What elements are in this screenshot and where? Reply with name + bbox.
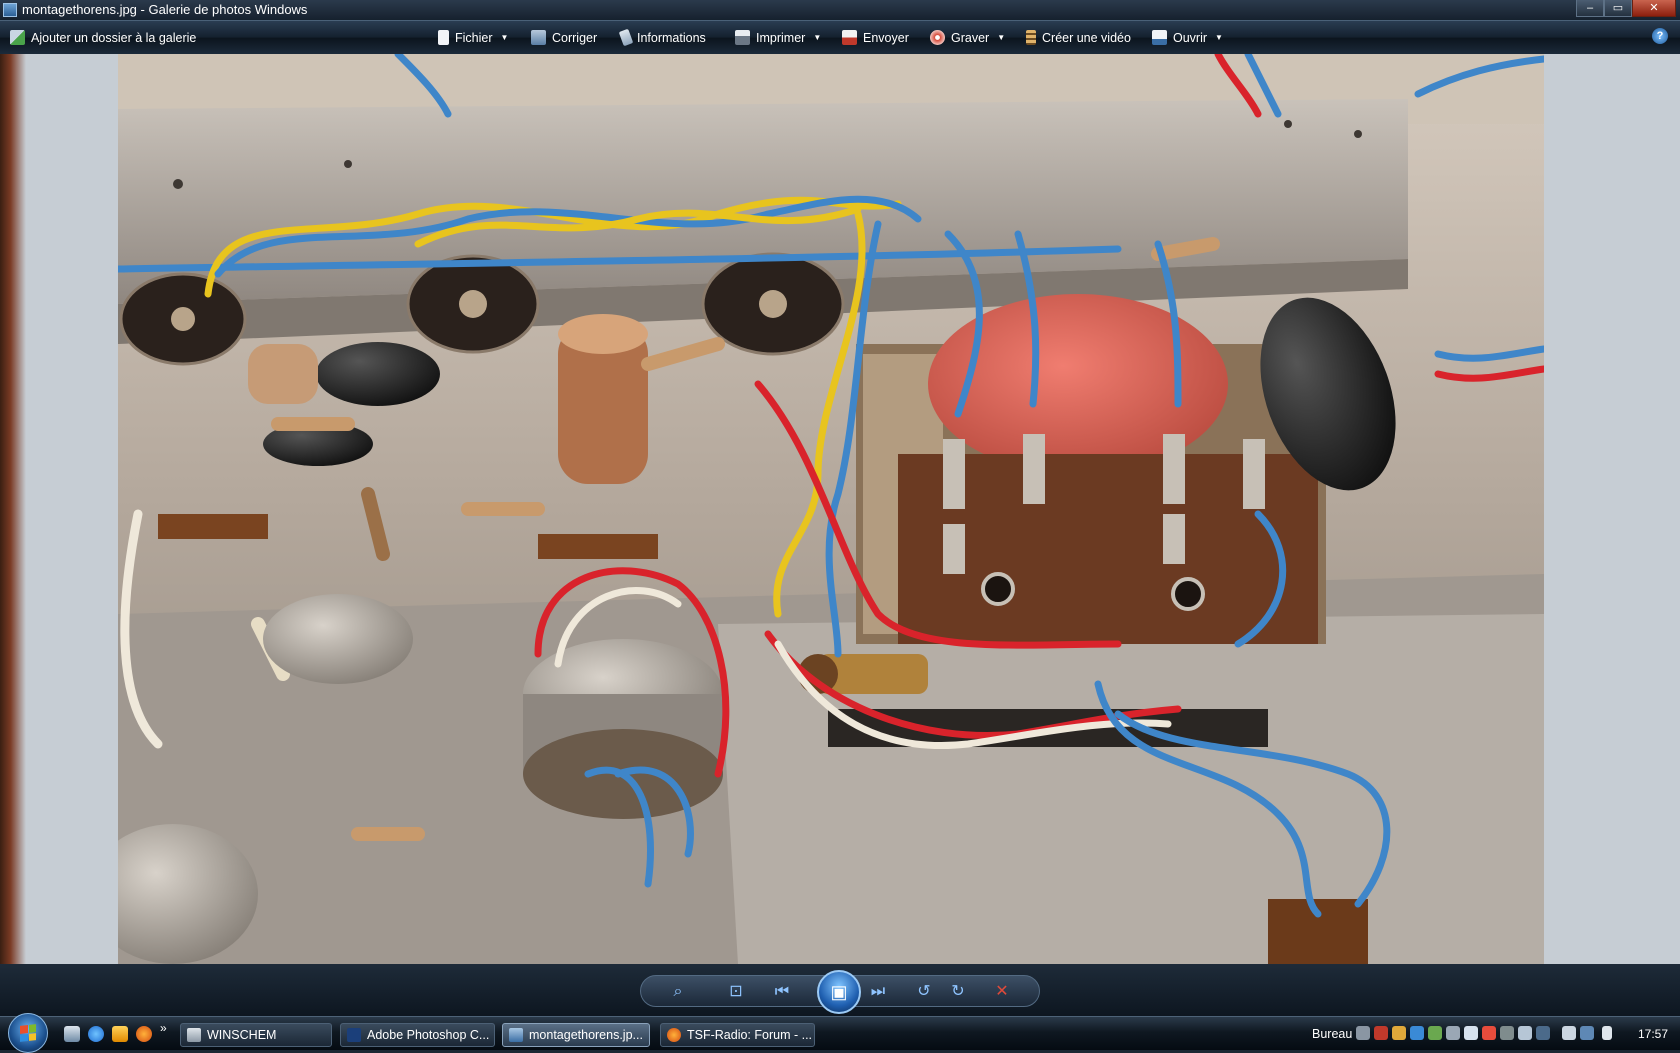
- network-icon[interactable]: [1562, 1026, 1576, 1040]
- start-button[interactable]: [8, 1013, 48, 1053]
- command-toolbar: Ajouter un dossier à la galerie Fichier …: [0, 20, 1680, 54]
- next-button[interactable]: ⏭: [867, 982, 889, 1002]
- viewer-controls-bar: ⌕ ⊡ ⏮ ▣ ⏭ ↺ ↻ ✕: [0, 964, 1680, 1016]
- chevron-down-icon: ▼: [500, 33, 509, 42]
- movie-icon: [1026, 30, 1036, 45]
- rotate-right-button[interactable]: ↻: [947, 982, 969, 1002]
- chevron-down-icon: ▼: [997, 33, 1006, 42]
- zoom-button[interactable]: ⌕: [667, 982, 689, 1002]
- task-winschem[interactable]: WINSCHEM: [180, 1023, 332, 1047]
- viewer-controls: ⌕ ⊡ ⏮ ▣ ⏭ ↺ ↻ ✕: [640, 970, 1040, 1014]
- close-button[interactable]: ✕: [1632, 0, 1676, 17]
- photo-gallery-app-icon: [3, 3, 17, 17]
- tray-icon[interactable]: [1428, 1026, 1442, 1040]
- tray-icon[interactable]: [1410, 1026, 1424, 1040]
- task-label: Adobe Photoshop C...: [367, 1028, 490, 1042]
- info-icon: [618, 28, 634, 47]
- task-label: montagethorens.jp...: [529, 1028, 643, 1042]
- menu-corriger[interactable]: Corriger: [531, 30, 597, 45]
- internet-explorer-icon[interactable]: [88, 1026, 104, 1042]
- delete-button[interactable]: ✕: [991, 982, 1013, 1002]
- open-icon: [1152, 30, 1167, 45]
- task-label: WINSCHEM: [207, 1028, 277, 1042]
- photo-amplifier-chassis: [118, 54, 1544, 964]
- window-title-bar: montagethorens.jpg - Galerie de photos W…: [0, 0, 1680, 20]
- windows-logo-icon: [20, 1024, 36, 1042]
- menu-ouvrir-label: Ouvrir: [1173, 30, 1208, 45]
- tray-icon[interactable]: [1500, 1026, 1514, 1040]
- menu-graver-label: Graver: [951, 30, 990, 45]
- slideshow-button[interactable]: ▣: [817, 970, 861, 1014]
- fix-icon: [531, 30, 546, 45]
- menu-ouvrir[interactable]: Ouvrir ▼: [1152, 30, 1223, 45]
- winschem-icon: [187, 1028, 201, 1042]
- tray-icon[interactable]: [1446, 1026, 1460, 1040]
- tray-icon[interactable]: [1464, 1026, 1478, 1040]
- task-firefox-forum[interactable]: TSF-Radio: Forum - ...: [660, 1023, 815, 1047]
- chevron-down-icon: ▼: [1215, 33, 1223, 42]
- chevron-down-icon: ▼: [813, 33, 822, 42]
- image-viewer: [0, 54, 1680, 964]
- desktop-toolbar-label[interactable]: Bureau: [1312, 1027, 1352, 1041]
- photo-gallery-icon: [509, 1028, 523, 1042]
- tray-icon[interactable]: [1518, 1026, 1532, 1040]
- menu-creer-video[interactable]: Créer une vidéo: [1026, 30, 1131, 45]
- tray-icon[interactable]: [1482, 1026, 1496, 1040]
- menu-fichier[interactable]: Fichier ▼: [438, 30, 508, 45]
- previous-button[interactable]: ⏮: [771, 982, 793, 1002]
- menu-imprimer-label: Imprimer: [756, 30, 806, 45]
- tray-icon[interactable]: [1536, 1026, 1550, 1040]
- task-photoshop[interactable]: Adobe Photoshop C...: [340, 1023, 495, 1047]
- show-desktop-icon[interactable]: [64, 1026, 80, 1042]
- maximize-button[interactable]: ▭: [1604, 0, 1632, 17]
- minimize-button[interactable]: –: [1576, 0, 1604, 17]
- taskbar: » WINSCHEM Adobe Photoshop C... montaget…: [0, 1013, 1680, 1053]
- printer-tray-icon[interactable]: [1356, 1026, 1370, 1040]
- volume-icon[interactable]: [1602, 1026, 1612, 1040]
- media-player-icon[interactable]: [112, 1026, 128, 1042]
- help-icon[interactable]: ?: [1652, 28, 1668, 44]
- network-icon[interactable]: [1580, 1026, 1594, 1040]
- task-label: TSF-Radio: Forum - ...: [687, 1028, 813, 1042]
- photoshop-icon: [347, 1028, 361, 1042]
- rotate-left-button[interactable]: ↺: [913, 982, 935, 1002]
- menu-envoyer-label: Envoyer: [863, 30, 909, 45]
- add-folder-icon: [10, 30, 25, 45]
- firefox-icon: [667, 1028, 681, 1042]
- file-icon: [438, 30, 449, 45]
- tray-icon[interactable]: [1374, 1026, 1388, 1040]
- print-icon: [735, 30, 750, 45]
- menu-informations-label: Informations: [637, 30, 706, 45]
- clock[interactable]: 17:57: [1638, 1027, 1668, 1041]
- window-controls: – ▭ ✕: [1576, 0, 1676, 18]
- task-photo-gallery[interactable]: montagethorens.jp...: [502, 1023, 650, 1047]
- add-folder-label: Ajouter un dossier à la galerie: [31, 30, 197, 45]
- window-title: montagethorens.jpg - Galerie de photos W…: [22, 2, 308, 17]
- menu-fichier-label: Fichier: [455, 30, 493, 45]
- menu-corriger-label: Corriger: [552, 30, 598, 45]
- tray-icon[interactable]: [1392, 1026, 1406, 1040]
- menu-creer-video-label: Créer une vidéo: [1042, 30, 1131, 45]
- menu-envoyer[interactable]: Envoyer: [842, 30, 909, 45]
- burn-icon: [930, 30, 945, 45]
- menu-informations[interactable]: Informations: [618, 28, 706, 47]
- add-folder-button[interactable]: Ajouter un dossier à la galerie: [10, 30, 196, 45]
- firefox-icon[interactable]: [136, 1026, 152, 1042]
- menu-imprimer[interactable]: Imprimer ▼: [735, 30, 821, 45]
- previous-image-peek: [0, 54, 26, 964]
- menu-graver[interactable]: Graver ▼: [930, 30, 1005, 45]
- quicklaunch-expand[interactable]: »: [160, 1021, 167, 1035]
- actual-size-button[interactable]: ⊡: [725, 982, 747, 1002]
- email-icon: [842, 30, 857, 45]
